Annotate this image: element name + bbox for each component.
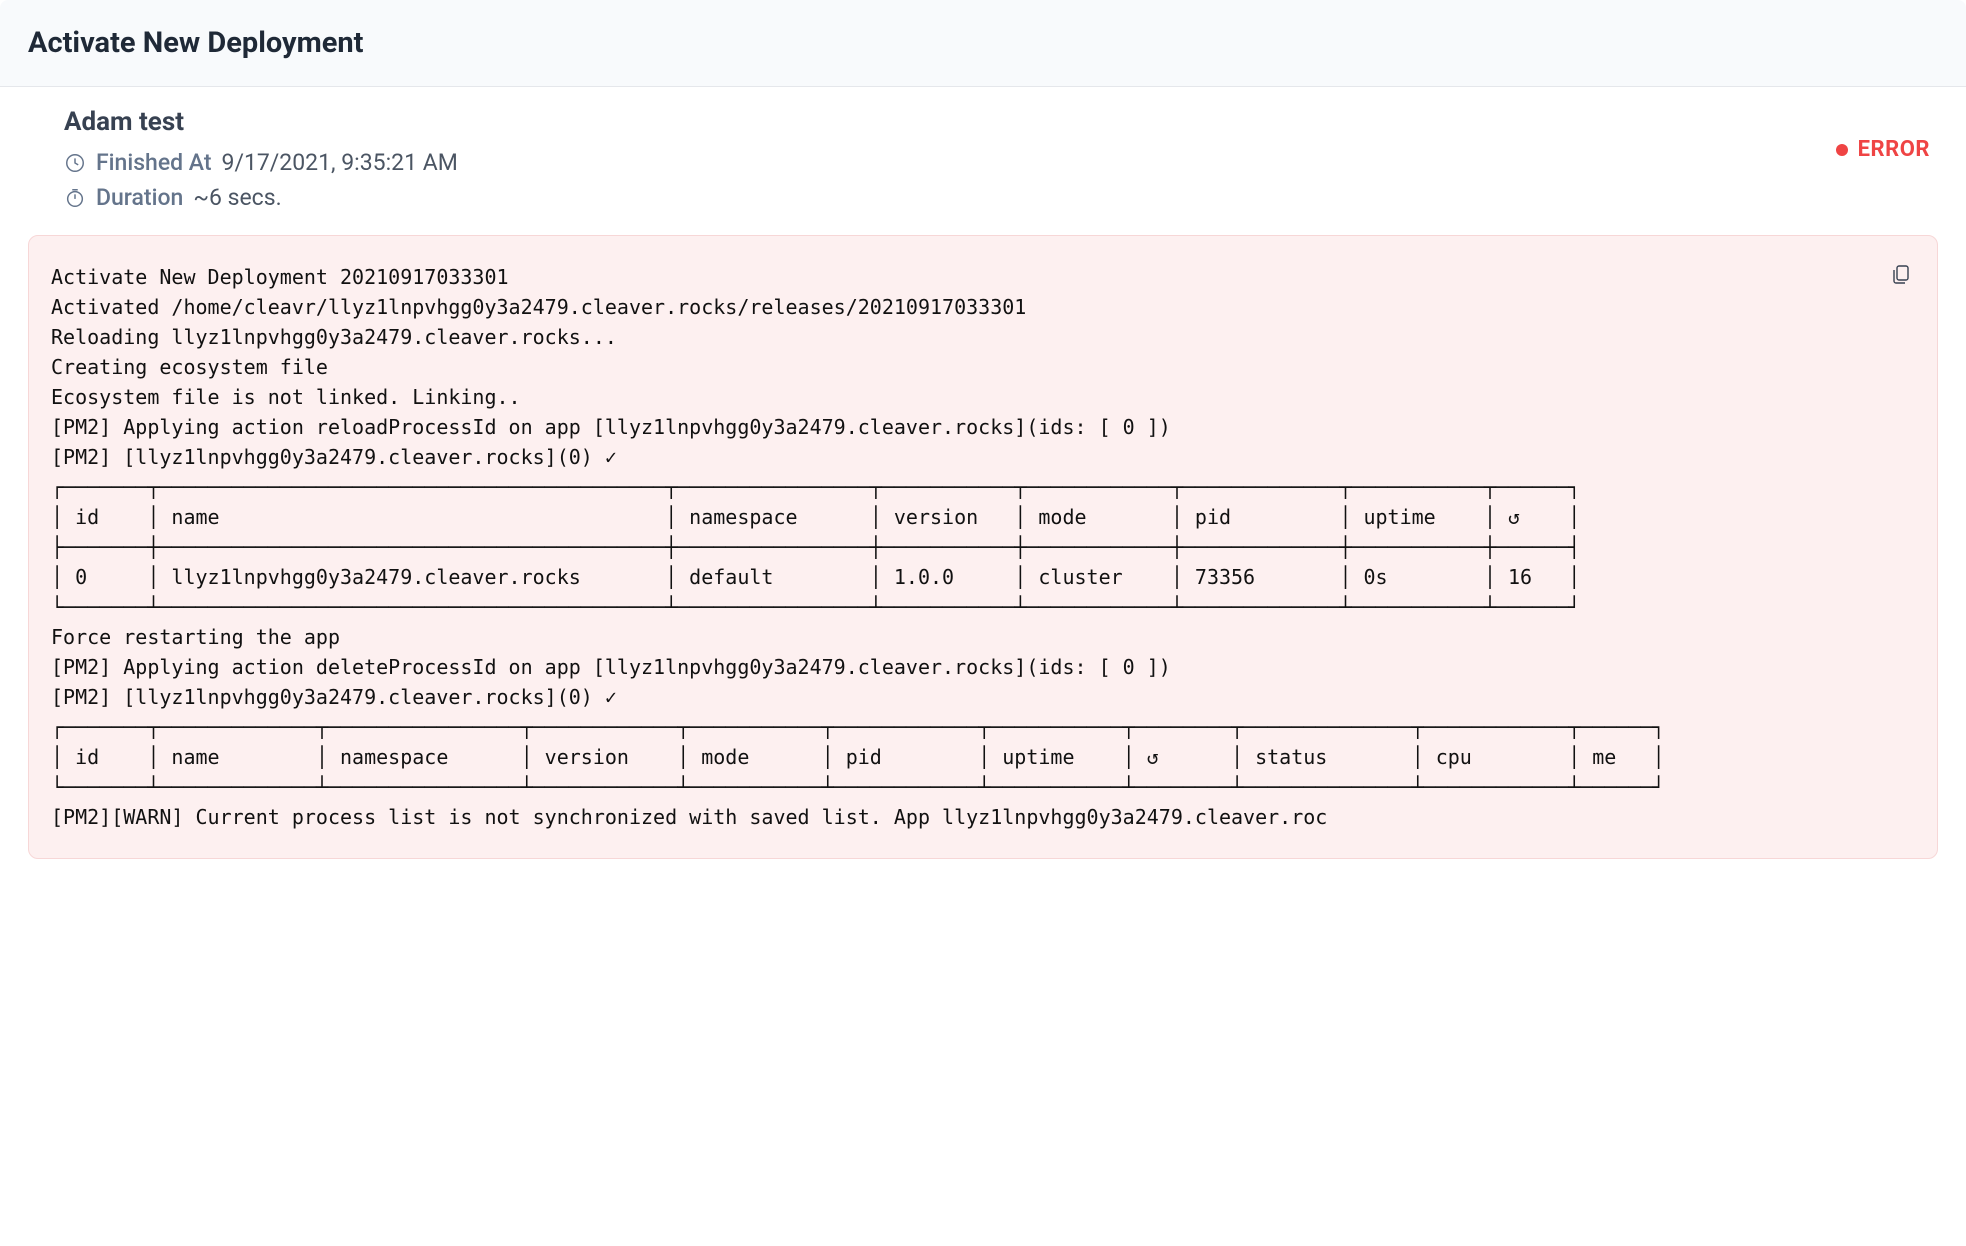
- deployment-name: Adam test: [64, 107, 1806, 137]
- header-bar: Activate New Deployment: [0, 0, 1966, 87]
- meta-row: Adam test Finished At 9/17/2021, 9:35:21…: [0, 87, 1966, 235]
- deployment-card: Activate New Deployment Adam test Finish…: [0, 0, 1966, 887]
- copy-button[interactable]: [1889, 260, 1913, 288]
- status-dot-icon: [1836, 144, 1848, 156]
- page-title: Activate New Deployment: [28, 26, 1938, 60]
- log-output: Activate New Deployment 20210917033301 A…: [51, 262, 1915, 832]
- status-label: ERROR: [1858, 137, 1930, 162]
- duration-line: Duration ~6 secs.: [64, 184, 1806, 211]
- finished-at-line: Finished At 9/17/2021, 9:35:21 AM: [64, 149, 1806, 176]
- meta-column: Adam test Finished At 9/17/2021, 9:35:21…: [64, 107, 1806, 211]
- log-panel: Activate New Deployment 20210917033301 A…: [28, 235, 1938, 859]
- finished-at-value: 9/17/2021, 9:35:21 AM: [222, 149, 458, 176]
- finished-at-label: Finished At: [96, 149, 212, 176]
- duration-value: ~6 secs.: [193, 184, 281, 211]
- clock-icon: [64, 152, 86, 174]
- stopwatch-icon: [64, 187, 86, 209]
- status-badge: ERROR: [1836, 137, 1930, 162]
- duration-label: Duration: [96, 184, 183, 211]
